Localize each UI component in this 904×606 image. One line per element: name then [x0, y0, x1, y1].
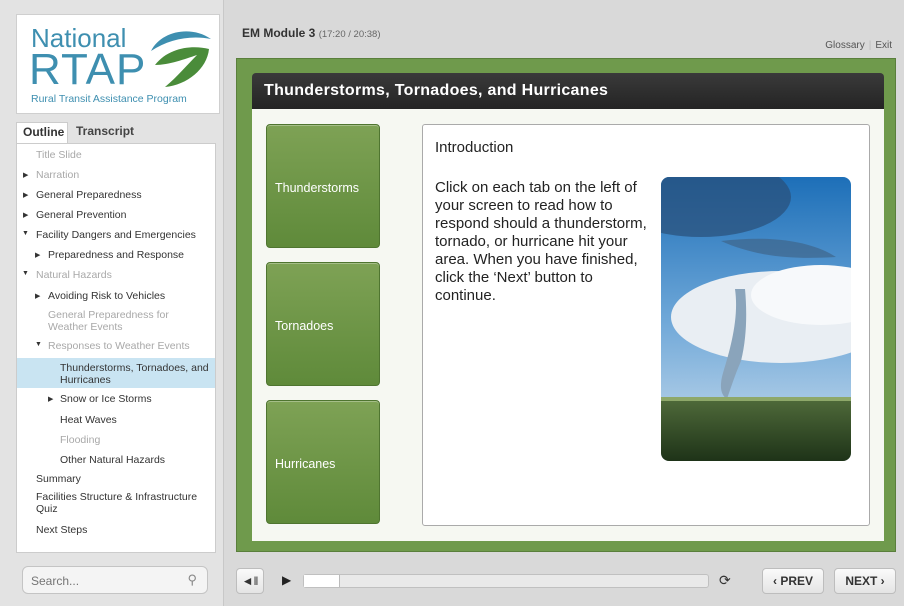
slide-title: Thunderstorms, Tornadoes, and Hurricanes: [264, 82, 609, 99]
outline-item-other-natural[interactable]: Other Natural Hazards: [60, 454, 165, 466]
progress-bar[interactable]: [303, 574, 709, 588]
volume-icon: ◄‖: [241, 574, 259, 588]
link-separator: |: [868, 40, 872, 51]
thunderstorms-label: Thunderstorms: [275, 181, 360, 195]
outline-item-natural-hazards[interactable]: Natural Hazards: [36, 269, 112, 281]
chevron-down-icon[interactable]: ▼: [22, 230, 29, 237]
outline-item-title-slide[interactable]: Title Slide: [36, 149, 82, 161]
search-icon[interactable]: ⚲: [187, 572, 197, 588]
chevron-left-icon: ‹: [772, 574, 777, 588]
tornadoes-tab-button[interactable]: Tornadoes: [266, 262, 380, 386]
content-heading: Introduction: [435, 139, 514, 156]
slide-body: Thunderstorms Tornadoes Hurricanes Intro…: [252, 109, 884, 541]
logo-line2: RTAP: [29, 45, 147, 94]
outline-item-responses-weather[interactable]: Responses to Weather Events: [48, 340, 190, 352]
chevron-right-icon[interactable]: ▶: [23, 191, 28, 199]
outline-item-snow-ice[interactable]: Snow or Ice Storms: [60, 393, 152, 405]
tornadoes-label: Tornadoes: [275, 319, 334, 333]
outline-item-thunderstorms-current[interactable]: Thunderstorms, Tornadoes, and Hurricanes: [60, 362, 212, 386]
sidebar: National RTAP Rural Transit Assistance P…: [0, 0, 224, 606]
logo-tagline: Rural Transit Assistance Program: [31, 93, 187, 105]
hurricanes-tab-button[interactable]: Hurricanes: [266, 400, 380, 524]
player-controls: ◄‖ ▶ ⟳ ‹ PREV NEXT ›: [236, 566, 896, 596]
exit-link[interactable]: Exit: [875, 40, 892, 51]
thunderstorms-tab-button[interactable]: Thunderstorms: [266, 124, 380, 248]
play-icon[interactable]: ▶: [282, 573, 291, 587]
outline-item-avoiding-risk[interactable]: Avoiding Risk to Vehicles: [48, 290, 165, 302]
outline-item-narration[interactable]: Narration: [36, 169, 79, 181]
outline-item-quiz[interactable]: Facilities Structure & Infrastructure Qu…: [36, 491, 206, 515]
chevron-right-icon: ›: [880, 574, 885, 588]
tab-outline[interactable]: Outline: [16, 122, 68, 144]
outline-item-preparedness-response[interactable]: Preparedness and Response: [48, 249, 184, 261]
chevron-right-icon[interactable]: ▶: [48, 395, 53, 403]
chevron-right-icon[interactable]: ▶: [23, 211, 28, 219]
progress-fill: [304, 575, 341, 587]
slide-header: Thunderstorms, Tornadoes, and Hurricanes: [252, 73, 884, 109]
prev-label: PREV: [780, 574, 814, 588]
next-label: NEXT: [845, 574, 878, 588]
outline-item-next-steps[interactable]: Next Steps: [36, 524, 87, 536]
outline-list: Title Slide ▶ Narration ▶ General Prepar…: [16, 143, 216, 553]
content-text: Click on each tab on the left of your sc…: [435, 179, 647, 304]
hurricanes-label: Hurricanes: [275, 457, 336, 471]
outline-item-facility-dangers[interactable]: Facility Dangers and Emergencies: [36, 229, 196, 241]
chevron-down-icon[interactable]: ▼: [35, 341, 42, 348]
prev-button[interactable]: ‹ PREV: [762, 568, 824, 594]
sidebar-tabs: Outline Transcript: [16, 122, 220, 144]
outline-item-general-prevention[interactable]: General Prevention: [36, 209, 126, 221]
chevron-right-icon[interactable]: ▶: [35, 292, 40, 300]
module-title: EM Module 3 (17:20 / 20:38): [242, 26, 380, 40]
chevron-right-icon[interactable]: ▶: [23, 171, 28, 179]
slide-stage: Thunderstorms, Tornadoes, and Hurricanes…: [236, 58, 896, 552]
chevron-right-icon[interactable]: ▶: [35, 251, 40, 259]
national-rtap-logo: National RTAP Rural Transit Assistance P…: [16, 14, 220, 114]
outline-item-general-preparedness[interactable]: General Preparedness: [36, 189, 142, 201]
outline-item-flooding[interactable]: Flooding: [60, 434, 100, 446]
tab-transcript[interactable]: Transcript: [70, 122, 140, 144]
search-input[interactable]: [31, 572, 171, 590]
chevron-down-icon[interactable]: ▼: [22, 270, 29, 277]
outline-item-heat-waves[interactable]: Heat Waves: [60, 414, 117, 426]
search-box: ⚲: [22, 566, 208, 594]
volume-button[interactable]: ◄‖: [236, 568, 264, 594]
top-links: Glossary | Exit: [825, 40, 892, 51]
module-time: (17:20 / 20:38): [318, 29, 381, 40]
logo-swoosh-icon: [151, 31, 211, 87]
glossary-link[interactable]: Glossary: [825, 40, 864, 51]
outline-item-summary[interactable]: Summary: [36, 473, 81, 485]
outline-item-general-preparedness-weather[interactable]: General Preparedness for Weather Events: [48, 309, 198, 333]
tornado-photo: [661, 177, 851, 461]
module-name: EM Module 3: [242, 26, 316, 40]
restart-icon[interactable]: ⟳: [719, 572, 731, 589]
content-panel: Introduction Click on each tab on the le…: [422, 124, 870, 526]
next-button[interactable]: NEXT ›: [834, 568, 896, 594]
